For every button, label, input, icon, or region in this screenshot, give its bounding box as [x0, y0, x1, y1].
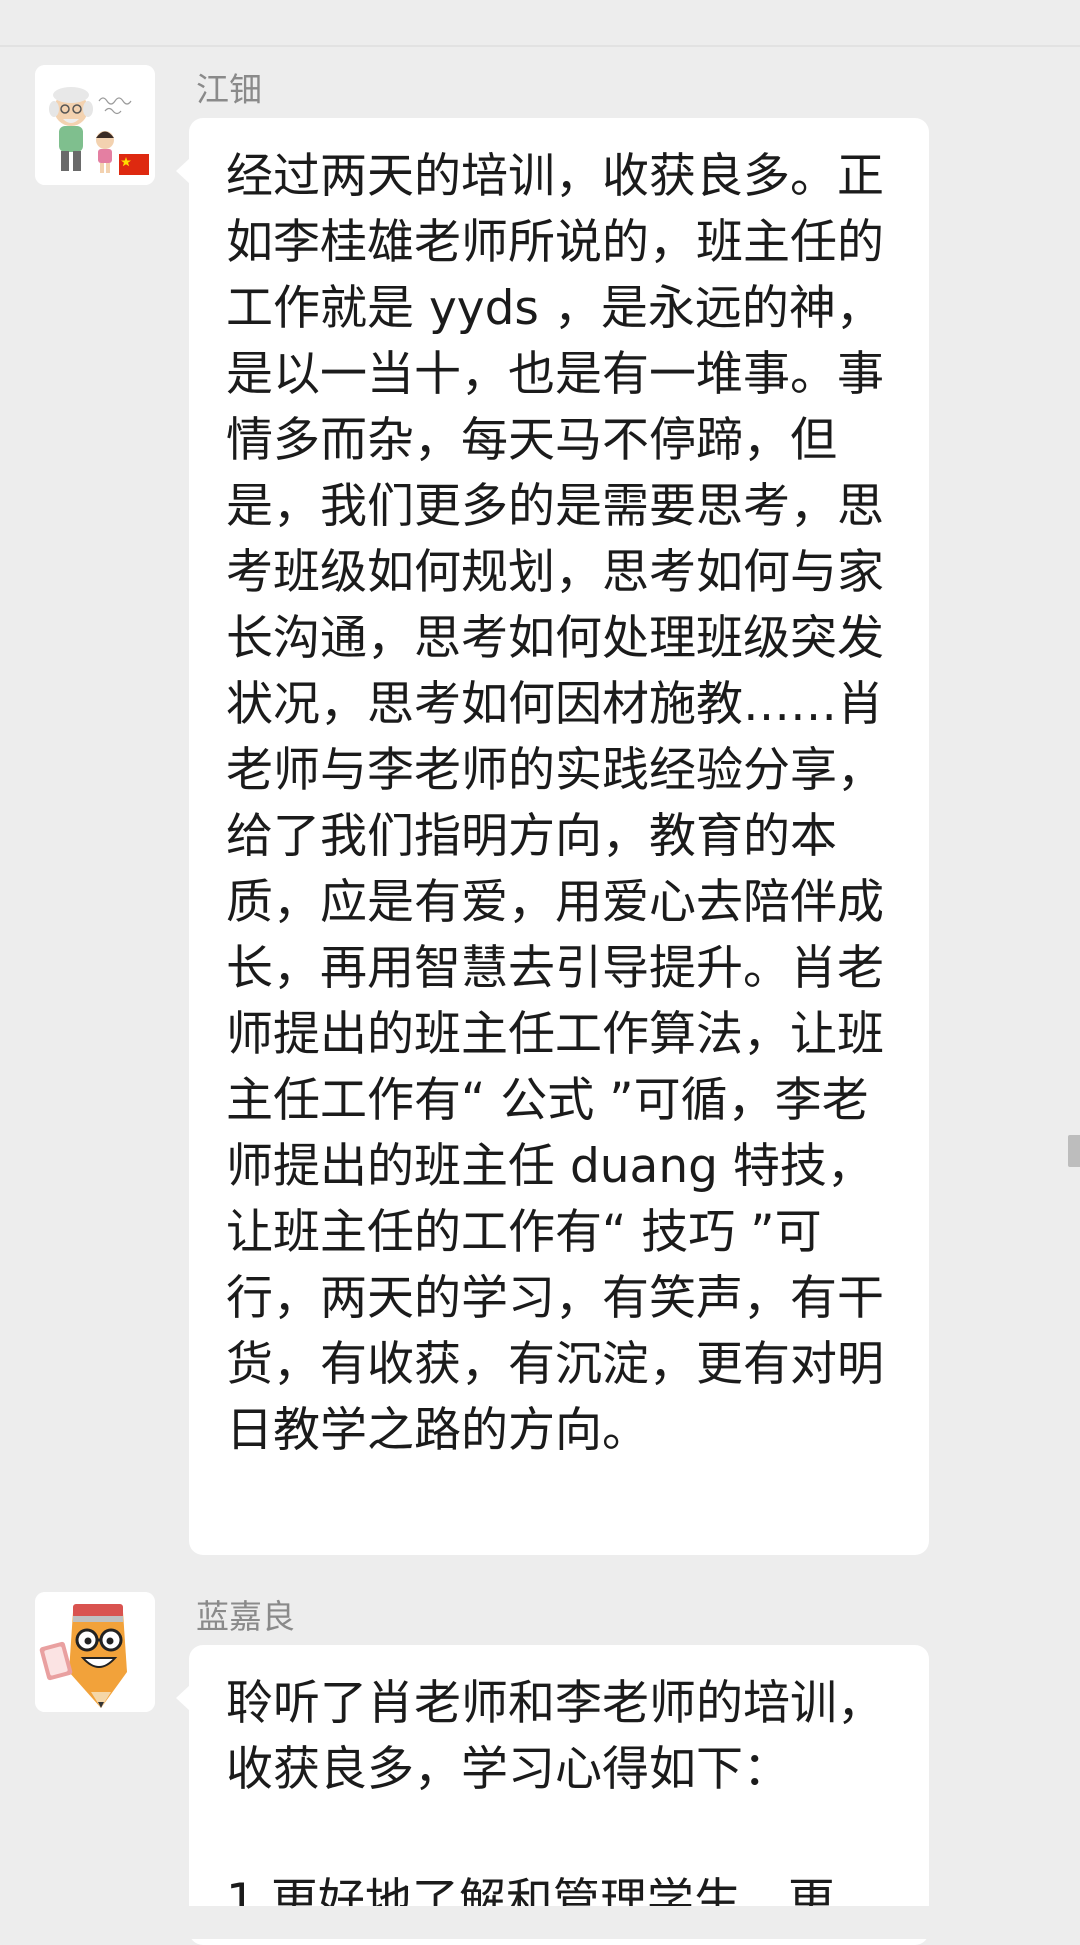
sender-name: 江钿	[196, 70, 262, 109]
pencil-character-avatar-icon	[35, 1592, 155, 1712]
bottom-edge	[0, 1906, 1080, 1939]
sender-name: 蓝嘉良	[196, 1597, 295, 1636]
top-divider	[0, 45, 1080, 47]
message-bubble[interactable]: 聆听了肖老师和李老师的培训，收获良多，学习心得如下： 1.更好地了解和管理学生，…	[176, 1645, 929, 1945]
grandpa-and-child-avatar-icon	[35, 65, 155, 185]
message-bubble[interactable]: 经过两天的培训，收获良多。正如李桂雄老师所说的，班主任的工作就是 yyds ，是…	[176, 118, 929, 1555]
message-text: 经过两天的培训，收获良多。正如李桂雄老师所说的，班主任的工作就是 yyds ，是…	[226, 149, 884, 1458]
message-text: 聆听了肖老师和李老师的培训，收获良多，学习心得如下： 1.更好地了解和管理学生，…	[226, 1676, 884, 1929]
scroll-handle[interactable]	[1068, 1135, 1080, 1167]
avatar[interactable]	[35, 65, 155, 185]
avatar[interactable]	[35, 1592, 155, 1712]
